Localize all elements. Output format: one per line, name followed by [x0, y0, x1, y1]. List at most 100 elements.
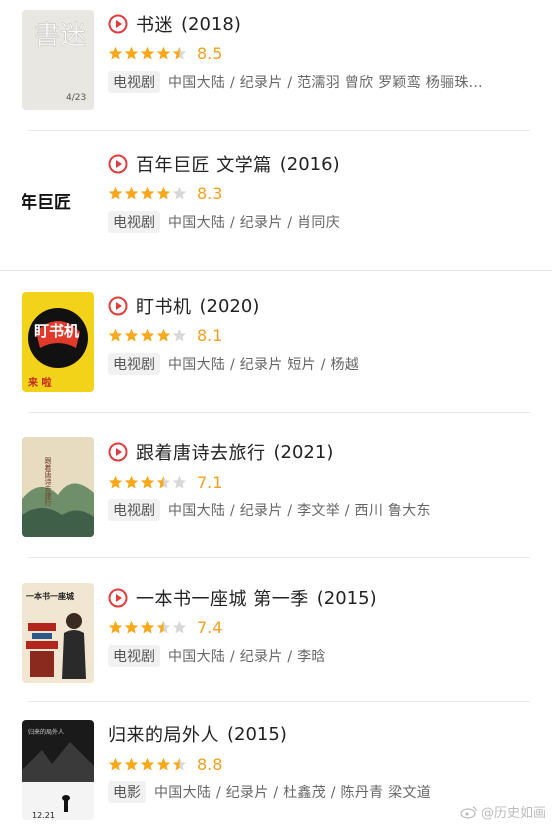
divider: [28, 412, 530, 413]
divider: [28, 701, 530, 702]
play-icon[interactable]: [108, 296, 128, 316]
poster-subtext: 来 啦: [27, 376, 51, 389]
star-rating: [108, 620, 188, 635]
rating-row: 8.3: [108, 183, 222, 203]
divider: [28, 130, 530, 131]
type-tag: 电视剧: [108, 71, 160, 93]
star-full-icon: [108, 757, 123, 770]
poster-image[interactable]: 書迷 4/23: [22, 10, 94, 110]
poster-art-bainianjujiang: 年巨匠: [22, 150, 94, 250]
star-full-icon: [124, 328, 139, 341]
star-full-icon: [156, 46, 171, 59]
star-full-icon: [156, 186, 171, 199]
star-empty-icon: [172, 475, 187, 488]
rating-row: 8.5: [108, 43, 222, 63]
poster-art-tangshi: 跟着唐诗去旅行: [22, 437, 94, 537]
type-tag: 电视剧: [108, 211, 160, 233]
item-title[interactable]: 归来的局外人: [108, 721, 219, 747]
star-full-icon: [124, 475, 139, 488]
poster-image[interactable]: 跟着唐诗去旅行: [22, 437, 94, 537]
type-tag: 电视剧: [108, 645, 160, 667]
meta-text: 中国大陆 / 纪录片 / 李晗: [168, 649, 326, 665]
item-title[interactable]: 书迷: [136, 11, 173, 37]
star-full-icon: [140, 475, 155, 488]
type-tag: 电影: [108, 781, 146, 803]
item-year: (2015): [227, 723, 287, 745]
play-icon[interactable]: [108, 14, 128, 34]
play-icon[interactable]: [108, 442, 128, 462]
star-rating: [108, 328, 188, 343]
item-title[interactable]: 一本书一座城 第一季: [136, 585, 309, 611]
poster-text: 跟着唐诗去旅行: [44, 457, 52, 507]
poster-image[interactable]: 一本书一座城: [22, 583, 94, 683]
item-year: (2018): [181, 13, 241, 35]
star-full-icon: [156, 757, 171, 770]
meta-row: 电视剧 中国大陆 / 纪录片 / 范濡羽 曾欣 罗颖鸾 杨骊珠...: [108, 71, 483, 93]
poster-image[interactable]: 归来的局外人 12.21: [22, 720, 94, 820]
poster-art-guilai: 归来的局外人 12.21: [22, 720, 94, 820]
poster-art-shumi: 書迷 4/23: [22, 10, 94, 110]
rating-score: 7.4: [197, 617, 223, 637]
item-title[interactable]: 跟着唐诗去旅行: [136, 439, 266, 465]
item-year: (2016): [279, 153, 340, 175]
star-full-icon: [124, 46, 139, 59]
item-year: (2021): [273, 441, 334, 463]
star-full-icon: [108, 475, 123, 488]
rating-row: 8.1: [108, 325, 222, 345]
meta-row: 电视剧 中国大陆 / 纪录片 短片 / 杨越: [108, 353, 359, 375]
star-empty-icon: [172, 186, 187, 199]
star-half-icon: [156, 475, 171, 488]
poster-image[interactable]: 盯书机 来 啦: [22, 292, 94, 392]
star-half-icon: [172, 46, 187, 59]
star-full-icon: [108, 186, 123, 199]
meta-row: 电视剧 中国大陆 / 纪录片 / 李晗: [108, 645, 326, 667]
star-empty-icon: [172, 328, 187, 341]
poster-image[interactable]: 年巨匠: [22, 150, 94, 250]
meta-text: 中国大陆 / 纪录片 短片 / 杨越: [168, 357, 360, 373]
play-icon[interactable]: [108, 588, 128, 608]
poster-text: 归来的局外人: [28, 728, 64, 736]
star-full-icon: [140, 328, 155, 341]
meta-text: 中国大陆 / 纪录片 / 李文举 / 西川 鲁大东: [168, 503, 431, 519]
poster-art-yibenshu: 一本书一座城: [22, 583, 94, 683]
meta-row: 电视剧 中国大陆 / 纪录片 / 李文举 / 西川 鲁大东: [108, 499, 431, 521]
star-full-icon: [124, 186, 139, 199]
star-half-icon: [156, 620, 171, 633]
poster-text: 盯书机: [34, 322, 79, 340]
title-row: 归来的局外人 (2015): [108, 721, 287, 747]
poster-art-dingshuji: 盯书机 来 啦: [22, 292, 94, 392]
star-rating: [108, 757, 188, 772]
star-full-icon: [124, 620, 139, 633]
star-full-icon: [140, 620, 155, 633]
star-rating: [108, 186, 188, 201]
rating-score: 8.1: [197, 325, 223, 345]
type-tag: 电视剧: [108, 499, 160, 521]
type-tag: 电视剧: [108, 353, 160, 375]
star-full-icon: [140, 46, 155, 59]
poster-text: 年巨匠: [22, 192, 71, 213]
star-rating: [108, 475, 188, 490]
rating-row: 7.1: [108, 472, 222, 492]
meta-row: 电影 中国大陆 / 纪录片 / 杜鑫茂 / 陈丹青 梁文道: [108, 781, 431, 803]
rating-score: 8.8: [197, 754, 223, 774]
meta-row: 电视剧 中国大陆 / 纪录片 / 肖同庆: [108, 211, 340, 233]
star-rating: [108, 46, 188, 61]
watermark-text: @历史如画: [480, 806, 546, 821]
poster-subtext: 12.21: [32, 811, 55, 820]
star-full-icon: [108, 328, 123, 341]
title-row: 跟着唐诗去旅行 (2021): [108, 440, 333, 464]
play-icon[interactable]: [108, 154, 128, 174]
rating-score: 8.5: [197, 43, 223, 63]
meta-text: 中国大陆 / 纪录片 / 范濡羽 曾欣 罗颖鸾 杨骊珠...: [168, 75, 483, 91]
item-title[interactable]: 百年巨匠 文学篇: [136, 151, 272, 177]
item-title[interactable]: 盯书机: [136, 293, 192, 319]
poster-subtext: 4/23: [66, 93, 86, 103]
star-empty-icon: [172, 620, 187, 633]
divider: [28, 557, 530, 558]
star-full-icon: [108, 46, 123, 59]
title-row: 盯书机 (2020): [108, 294, 259, 318]
star-full-icon: [124, 757, 139, 770]
rating-row: 7.4: [108, 617, 222, 637]
star-full-icon: [156, 328, 171, 341]
meta-text: 中国大陆 / 纪录片 / 杜鑫茂 / 陈丹青 梁文道: [154, 785, 432, 801]
